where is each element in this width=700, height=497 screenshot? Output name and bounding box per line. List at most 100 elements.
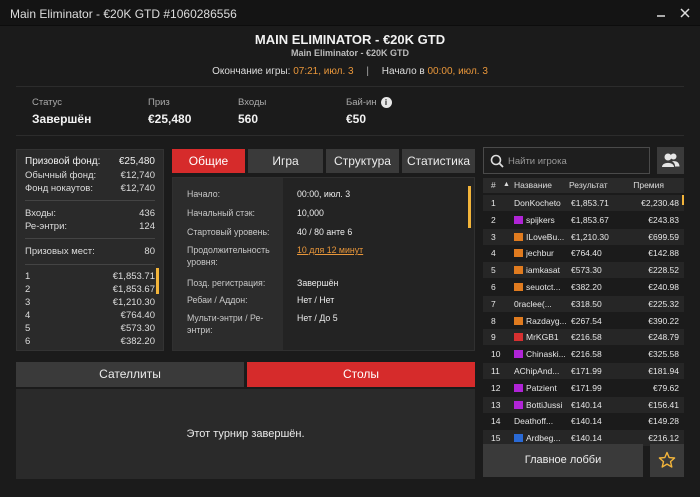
player-name: seuotct... bbox=[526, 282, 561, 292]
players-button[interactable] bbox=[657, 147, 684, 174]
stat-prize-label: Приз bbox=[148, 97, 170, 108]
minimize-icon[interactable] bbox=[652, 4, 670, 22]
tab-structure[interactable]: Структура bbox=[326, 149, 399, 173]
info-value: Нет / До 5 bbox=[297, 313, 338, 323]
player-rank: 6 bbox=[491, 282, 496, 292]
player-rank: 12 bbox=[491, 382, 501, 393]
table-row[interactable]: 4 jechbur €764.40 €142.88 bbox=[483, 245, 684, 261]
end-label: Окончание игры: bbox=[212, 66, 291, 77]
player-flag-icon bbox=[514, 434, 523, 443]
tab-tables[interactable]: Столы bbox=[247, 362, 475, 387]
scrollbar[interactable] bbox=[156, 268, 159, 294]
users-icon bbox=[662, 153, 680, 167]
header-prize[interactable]: Премия bbox=[633, 180, 664, 190]
stat-buyin-label-row: Бай-ин i bbox=[346, 97, 392, 108]
table-row[interactable]: 13 BottiJussi €140.14 €156.41 bbox=[483, 396, 684, 413]
table-row[interactable]: 7 0raclee(... €318.50 €225.32 bbox=[483, 295, 684, 312]
tab-statistics[interactable]: Статистика bbox=[402, 149, 475, 173]
prize-row-label: Призовой фонд: bbox=[25, 156, 101, 167]
table-row[interactable]: 9 MrKGB1 €216.58 €248.79 bbox=[483, 329, 684, 346]
prize-row-label: Ре-энтри: bbox=[25, 221, 68, 232]
search-input[interactable] bbox=[508, 153, 646, 169]
table-row[interactable]: 12 Patzient €171.99 €79.62 bbox=[483, 380, 684, 396]
info-icon[interactable]: i bbox=[380, 97, 392, 108]
player-result: €171.99 bbox=[571, 382, 602, 393]
prize-row-value: 436 bbox=[139, 208, 155, 219]
prize-row: Обычный фонд: €12,740 bbox=[25, 170, 155, 181]
scrollbar[interactable] bbox=[682, 195, 684, 205]
player-flag-icon bbox=[514, 249, 523, 258]
table-row[interactable]: 10 Chinaski... €216.58 €325.58 bbox=[483, 346, 684, 362]
player-prize: €228.52 bbox=[648, 265, 679, 276]
player-name: Patzient bbox=[526, 382, 557, 393]
tab-satellites[interactable]: Сателлиты bbox=[16, 362, 244, 387]
table-row[interactable]: 2 spijkers €1,853.67 €243.83 bbox=[483, 212, 684, 228]
table-row[interactable]: 1 DonKocheto €1,853.71 €2,230.48 bbox=[483, 195, 684, 211]
player-rank: 4 bbox=[491, 248, 496, 259]
prize-row-label: Входы: bbox=[25, 208, 56, 219]
table-row[interactable]: 6 seuotct... €382.20 €240.98 bbox=[483, 279, 684, 295]
end-time: 07:21, июл. 3 bbox=[293, 66, 354, 77]
player-prize: €699.59 bbox=[648, 231, 679, 242]
player-result: €573.30 bbox=[571, 265, 602, 276]
start-time: 00:00, июл. 3 bbox=[427, 66, 488, 77]
stats-bar: Статус Завершён Приз €25,480 Входы 560 Б… bbox=[16, 86, 684, 136]
player-prize: €225.32 bbox=[648, 298, 679, 309]
player-flag-icon bbox=[514, 333, 523, 342]
player-flag-icon bbox=[514, 266, 523, 275]
player-prize: €79.62 bbox=[653, 382, 679, 393]
table-row[interactable]: 11 AChipAnd... €171.99 €181.94 bbox=[483, 363, 684, 379]
scrollbar[interactable] bbox=[468, 186, 471, 228]
table-row[interactable]: 8 Razdayg... €267.54 €390.22 bbox=[483, 313, 684, 329]
stat-entries-label: Входы bbox=[238, 97, 267, 108]
player-name: AChipAnd... bbox=[514, 366, 560, 376]
table-row[interactable]: 5 iamkasat €573.30 €228.52 bbox=[483, 262, 684, 279]
info-key: Начало: bbox=[187, 189, 221, 199]
level-duration-link[interactable]: 10 для 12 минут bbox=[297, 244, 467, 256]
info-value: 10,000 bbox=[297, 208, 324, 218]
tournament-times: Окончание игры: 07:21, июл. 3 | Начало в… bbox=[0, 66, 700, 77]
place-row: 2 €1,853.67 bbox=[25, 284, 155, 295]
header-result[interactable]: Результат bbox=[569, 180, 608, 190]
player-rank: 1 bbox=[491, 198, 496, 208]
player-flag-icon bbox=[514, 316, 523, 325]
player-result: €171.99 bbox=[571, 366, 602, 376]
player-result: €1,853.71 bbox=[571, 198, 609, 208]
player-result: €140.14 bbox=[571, 433, 602, 444]
place-number: 1 bbox=[25, 271, 31, 282]
player-prize: €216.12 bbox=[648, 433, 679, 444]
main-lobby-button[interactable]: Главное лобби bbox=[483, 444, 643, 477]
header-rank[interactable]: # bbox=[491, 180, 496, 190]
tab-general[interactable]: Общие bbox=[172, 149, 245, 173]
prize-row-label: Призовых мест: bbox=[25, 246, 95, 257]
close-icon[interactable] bbox=[676, 4, 694, 22]
table-row[interactable]: 14 Deathoff... €140.14 €149.28 bbox=[483, 413, 684, 429]
player-prize: €156.41 bbox=[648, 399, 679, 410]
tab-game[interactable]: Игра bbox=[248, 149, 323, 173]
time-separator: | bbox=[366, 66, 369, 77]
player-name: iamkasat bbox=[526, 265, 561, 276]
place-amount: €573.30 bbox=[120, 323, 155, 334]
player-result: €216.58 bbox=[571, 349, 602, 360]
player-result: €1,210.30 bbox=[571, 231, 609, 242]
sort-arrow-icon[interactable]: ▲ bbox=[503, 181, 510, 188]
prize-row-label: Обычный фонд: bbox=[25, 170, 97, 181]
prize-row: Призовых мест: 80 bbox=[25, 246, 155, 257]
player-prize: €2,230.48 bbox=[641, 198, 679, 208]
info-value: 40 / 80 анте 6 bbox=[297, 227, 353, 237]
window-titlebar: Main Eliminator - €20K GTD #1060286556 bbox=[0, 0, 700, 26]
place-amount: €1,853.67 bbox=[112, 284, 155, 295]
favorite-button[interactable] bbox=[650, 444, 684, 477]
player-name: DonKocheto bbox=[514, 198, 561, 208]
player-flag-icon bbox=[514, 215, 523, 224]
header-name[interactable]: Название bbox=[514, 180, 552, 190]
player-search bbox=[483, 147, 650, 174]
start-label: Начало в bbox=[381, 66, 425, 77]
place-number: 3 bbox=[25, 297, 31, 308]
table-row[interactable]: 3 ILoveBu... €1,210.30 €699.59 bbox=[483, 228, 684, 245]
prize-row-value: €12,740 bbox=[120, 183, 155, 194]
player-prize: €325.58 bbox=[648, 349, 679, 360]
player-result: €140.14 bbox=[571, 399, 602, 410]
place-number: 4 bbox=[25, 310, 31, 321]
player-flag-icon bbox=[514, 383, 523, 392]
